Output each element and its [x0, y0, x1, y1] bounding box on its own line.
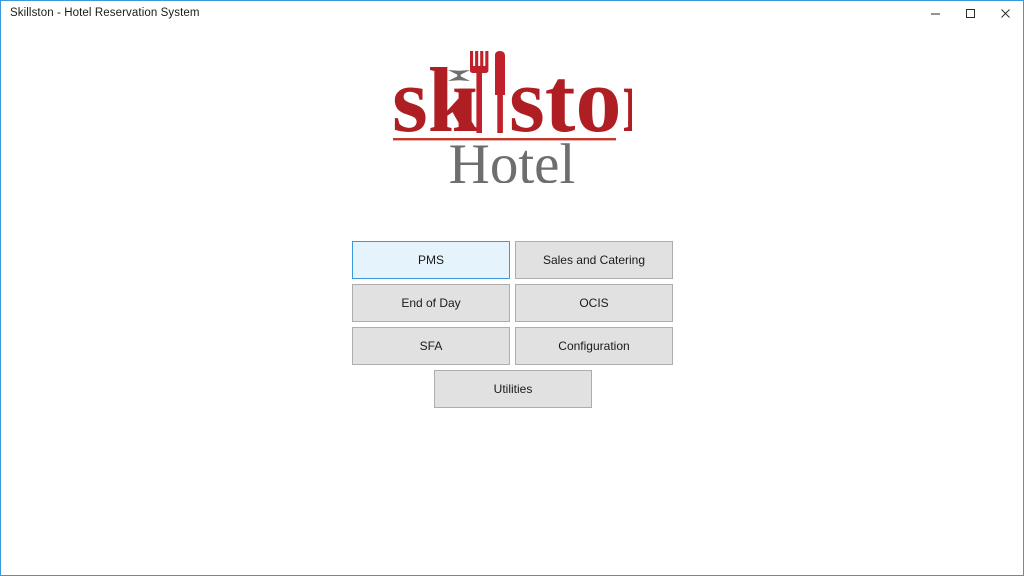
main-menu: PMS Sales and Catering End of Day OCIS S… — [352, 241, 674, 413]
application-window: Skillston - Hotel Reservation System sk … — [0, 0, 1024, 576]
menu-button-configuration[interactable]: Configuration — [515, 327, 673, 365]
menu-button-ocis[interactable]: OCIS — [515, 284, 673, 322]
maximize-icon — [965, 8, 976, 19]
app-logo: sk ı sto Hotel — [1, 33, 1023, 183]
window-title: Skillston - Hotel Reservation System — [10, 7, 200, 19]
menu-button-sfa[interactable]: SFA — [352, 327, 510, 365]
menu-row-2: End of Day OCIS — [352, 284, 674, 322]
menu-row-4: Utilities — [352, 370, 674, 408]
minimize-icon — [930, 8, 941, 19]
window-controls — [918, 1, 1023, 25]
menu-button-end-of-day[interactable]: End of Day — [352, 284, 510, 322]
knife-icon — [495, 51, 505, 133]
minimize-button[interactable] — [918, 1, 953, 25]
menu-button-sales-and-catering[interactable]: Sales and Catering — [515, 241, 673, 279]
logo-subtitle: Hotel — [449, 133, 576, 183]
logo-graphic: sk ı sto Hotel — [392, 33, 632, 183]
close-icon — [1000, 8, 1011, 19]
menu-row-3: SFA Configuration — [352, 327, 674, 365]
client-area: sk ı sto Hotel PMS Sales and Catering En… — [1, 25, 1023, 575]
title-bar[interactable]: Skillston - Hotel Reservation System — [1, 1, 1023, 25]
close-button[interactable] — [988, 1, 1023, 25]
menu-button-pms[interactable]: PMS — [352, 241, 510, 279]
menu-button-utilities[interactable]: Utilities — [434, 370, 592, 408]
maximize-button[interactable] — [953, 1, 988, 25]
menu-row-1: PMS Sales and Catering — [352, 241, 674, 279]
